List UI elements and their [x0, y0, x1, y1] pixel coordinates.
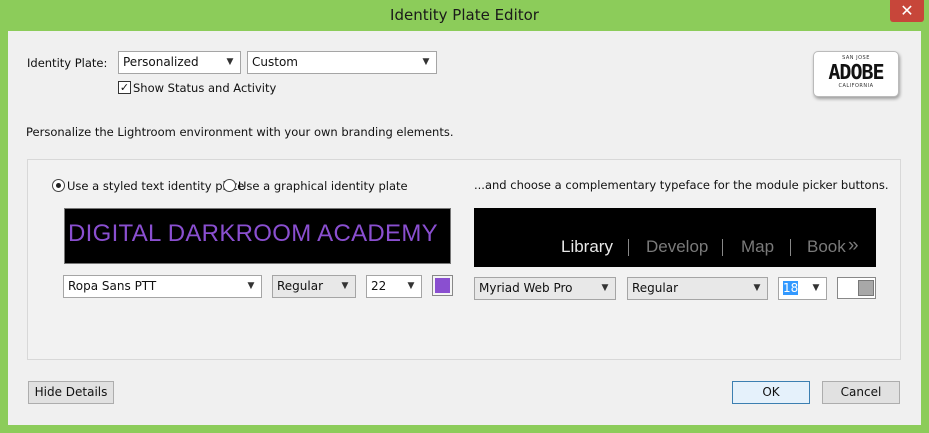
chevron-down-icon: ▼: [753, 283, 761, 293]
module-separator: [790, 239, 791, 256]
module-develop: Develop: [646, 237, 709, 256]
module-picker-heading: ...and choose a complementary typeface f…: [474, 178, 889, 192]
identity-font-select[interactable]: Ropa Sans PTT ▼: [63, 275, 262, 298]
window-title: Identity Plate Editor: [390, 6, 539, 24]
description-text: Personalize the Lightroom environment wi…: [26, 125, 454, 139]
ok-button[interactable]: OK: [732, 381, 810, 404]
identity-style-value: Regular: [277, 279, 324, 293]
close-button[interactable]: ✕: [890, 0, 924, 22]
close-icon: ✕: [900, 1, 914, 20]
identity-plate-preview-text: DIGITAL DARKROOM ACADEMY: [68, 220, 438, 247]
chevron-down-icon: ▼: [341, 281, 349, 291]
radio-graphical[interactable]: [223, 179, 236, 192]
module-inactive-color[interactable]: [858, 280, 874, 296]
module-font-value: Myriad Web Pro: [479, 281, 573, 295]
identity-plate-preset-select[interactable]: Custom ▼: [247, 51, 437, 74]
chevron-down-icon: ▼: [422, 57, 430, 67]
module-font-select[interactable]: Myriad Web Pro ▼: [474, 277, 616, 300]
module-active-color[interactable]: [839, 279, 856, 297]
module-style-select[interactable]: Regular ▼: [627, 277, 768, 300]
identity-plate-badge: SAN JOSE ADOBE CALIFORNIA: [813, 51, 899, 97]
identity-size-value: 22: [371, 279, 387, 293]
dialog-body: Identity Plate: Personalized ▼ Custom ▼ …: [8, 31, 921, 425]
radio-styled-text[interactable]: [52, 179, 65, 192]
checkmark-icon: ✓: [119, 81, 130, 94]
identity-style-select[interactable]: Regular ▼: [272, 275, 356, 298]
cancel-button[interactable]: Cancel: [822, 381, 900, 404]
module-size-value: 18: [783, 281, 799, 295]
identity-font-value: Ropa Sans PTT: [68, 279, 157, 293]
identity-plate-type-value: Personalized: [123, 55, 199, 69]
identity-plate-preset-value: Custom: [252, 55, 298, 69]
double-chevron-right-icon: »: [848, 235, 859, 256]
module-color-swatches[interactable]: [837, 277, 876, 299]
chevron-down-icon: ▼: [812, 283, 820, 293]
module-map: Map: [741, 237, 775, 256]
title-bar[interactable]: Identity Plate Editor ✕: [0, 0, 929, 30]
module-size-select[interactable]: 18 ▼: [778, 277, 827, 300]
module-separator: [628, 239, 629, 256]
plate-badge-main: ADOBE: [828, 60, 884, 84]
module-library: Library: [561, 237, 613, 256]
module-picker-preview: Library Develop Map Book »: [474, 208, 876, 267]
identity-plate-type-select[interactable]: Personalized ▼: [118, 51, 241, 74]
identity-plate-preview: DIGITAL DARKROOM ACADEMY: [64, 208, 451, 264]
chevron-down-icon: ▼: [601, 283, 609, 293]
chevron-down-icon: ▼: [247, 281, 255, 291]
module-style-value: Regular: [632, 281, 679, 295]
identity-plate-label: Identity Plate:: [27, 56, 108, 70]
identity-color-swatch[interactable]: [432, 275, 453, 296]
module-separator: [722, 239, 723, 256]
radio-styled-text-label: Use a styled text identity plate: [67, 179, 245, 193]
module-book: Book: [807, 237, 846, 256]
identity-size-select[interactable]: 22 ▼: [366, 275, 422, 298]
plate-badge-bottom: CALIFORNIA: [838, 83, 874, 89]
show-status-label: Show Status and Activity: [133, 81, 277, 95]
radio-graphical-label: Use a graphical identity plate: [238, 179, 408, 193]
show-status-checkbox[interactable]: ✓: [118, 81, 131, 94]
hide-details-button[interactable]: Hide Details: [28, 381, 114, 404]
chevron-down-icon: ▼: [407, 281, 415, 291]
identity-color-fill: [435, 278, 450, 293]
chevron-down-icon: ▼: [226, 57, 234, 67]
